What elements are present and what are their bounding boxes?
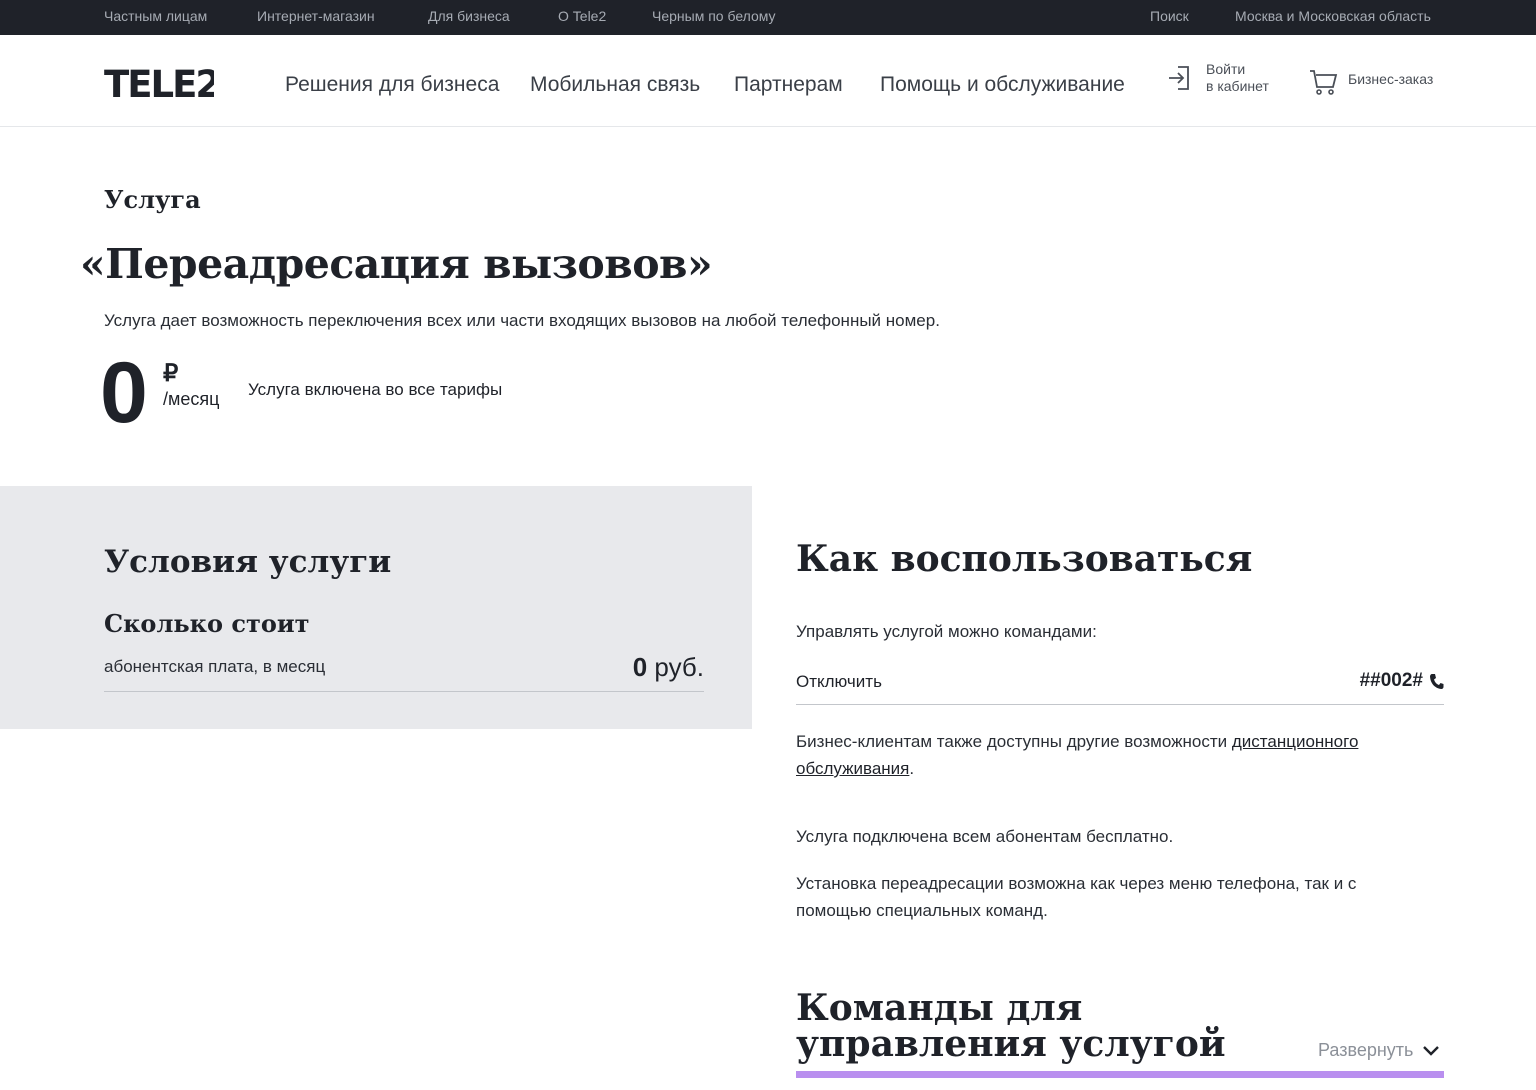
fee-row: абонентская плата, в месяц 0 руб.	[104, 652, 704, 692]
nav-item-help[interactable]: Помощь и обслуживание	[880, 73, 1125, 97]
login-icon	[1169, 66, 1189, 90]
service-kicker: Услуга	[104, 185, 201, 214]
remote-service-link-part1[interactable]: дистанционного	[1232, 732, 1359, 751]
command-row: Отключить ##002#	[796, 664, 1444, 705]
remote-service-text: Бизнес-клиентам также доступны другие во…	[796, 728, 1444, 782]
topbar-search-link[interactable]: Поиск	[1150, 8, 1189, 24]
login-label-line1: Войти	[1206, 61, 1246, 77]
price-value: 0	[100, 345, 148, 441]
accordion-expand-label: Развернуть	[1318, 1040, 1414, 1060]
login-label-line2: в кабинет	[1206, 78, 1269, 94]
chevron-down-icon	[1423, 1045, 1440, 1056]
nav-item-business-solutions[interactable]: Решения для бизнеса	[285, 73, 499, 97]
remote-text-before: Бизнес-клиентам также доступны другие во…	[796, 732, 1232, 751]
remote-service-link-part2[interactable]: обслуживания	[796, 759, 909, 778]
cart-icon	[1310, 70, 1338, 95]
fee-unit: руб.	[654, 652, 704, 682]
topbar-link-business[interactable]: Для бизнеса	[428, 8, 510, 24]
fee-value: 0 руб.	[633, 652, 704, 683]
logo-text: TELE2	[104, 63, 214, 103]
remote-text-after: .	[909, 759, 915, 778]
conditions-heading: Условия услуги	[104, 544, 392, 580]
setup-text: Установка переадресации возможна как чер…	[796, 870, 1456, 924]
main-header: TELE2 Решения для бизнеса Мобильная связ…	[0, 35, 1536, 127]
howto-heading: Как воспользоваться	[796, 538, 1253, 580]
free-note: Услуга подключена всем абонентам бесплат…	[796, 827, 1174, 846]
accordion-accent-bar	[796, 1071, 1444, 1078]
command-code-dial[interactable]: ##002#	[1360, 670, 1444, 692]
service-description: Услуга дает возможность переключения все…	[104, 311, 940, 330]
command-label: Отключить	[796, 672, 882, 691]
fee-label: абонентская плата, в месяц	[104, 657, 326, 676]
price-period: /месяц	[163, 389, 220, 409]
accordion-title: Команды для управления услугой	[796, 987, 1226, 1065]
topbar-link-private[interactable]: Частным лицам	[104, 8, 207, 24]
topbar-link-shop[interactable]: Интернет-магазин	[257, 8, 375, 24]
region-selector[interactable]: Москва и Московская область	[1235, 8, 1431, 24]
conditions-panel	[0, 486, 752, 729]
price-currency: ₽	[163, 360, 179, 387]
nav-item-mobile[interactable]: Мобильная связь	[530, 73, 700, 97]
cart-button[interactable]: Бизнес-заказ	[1308, 67, 1433, 97]
page-title: «Переадресация вызовов»	[80, 240, 713, 288]
topbar-link-blackwhite[interactable]: Черным по белому	[652, 8, 776, 24]
topbar-link-about[interactable]: О Tele2	[558, 8, 606, 24]
cart-label: Бизнес-заказ	[1348, 71, 1434, 87]
accordion-expand-button[interactable]: Развернуть	[1318, 1040, 1440, 1061]
setup-text-line2: помощью специальных команд.	[796, 901, 1048, 920]
fee-amount: 0	[632, 652, 648, 682]
commands-intro: Управлять услугой можно командами:	[796, 622, 1097, 641]
cost-subheading: Сколько стоит	[104, 609, 310, 638]
top-bar: Частным лицам Интернет-магазин Для бизне…	[0, 0, 1536, 35]
setup-text-line1: Установка переадресации возможна как чер…	[796, 874, 1357, 893]
price-note: Услуга включена во все тарифы	[248, 380, 503, 399]
phone-icon	[1430, 673, 1444, 689]
command-code: ##002#	[1359, 670, 1423, 691]
login-button[interactable]: Войти в кабинет	[1166, 61, 1269, 95]
nav-item-partners[interactable]: Партнерам	[734, 73, 843, 97]
